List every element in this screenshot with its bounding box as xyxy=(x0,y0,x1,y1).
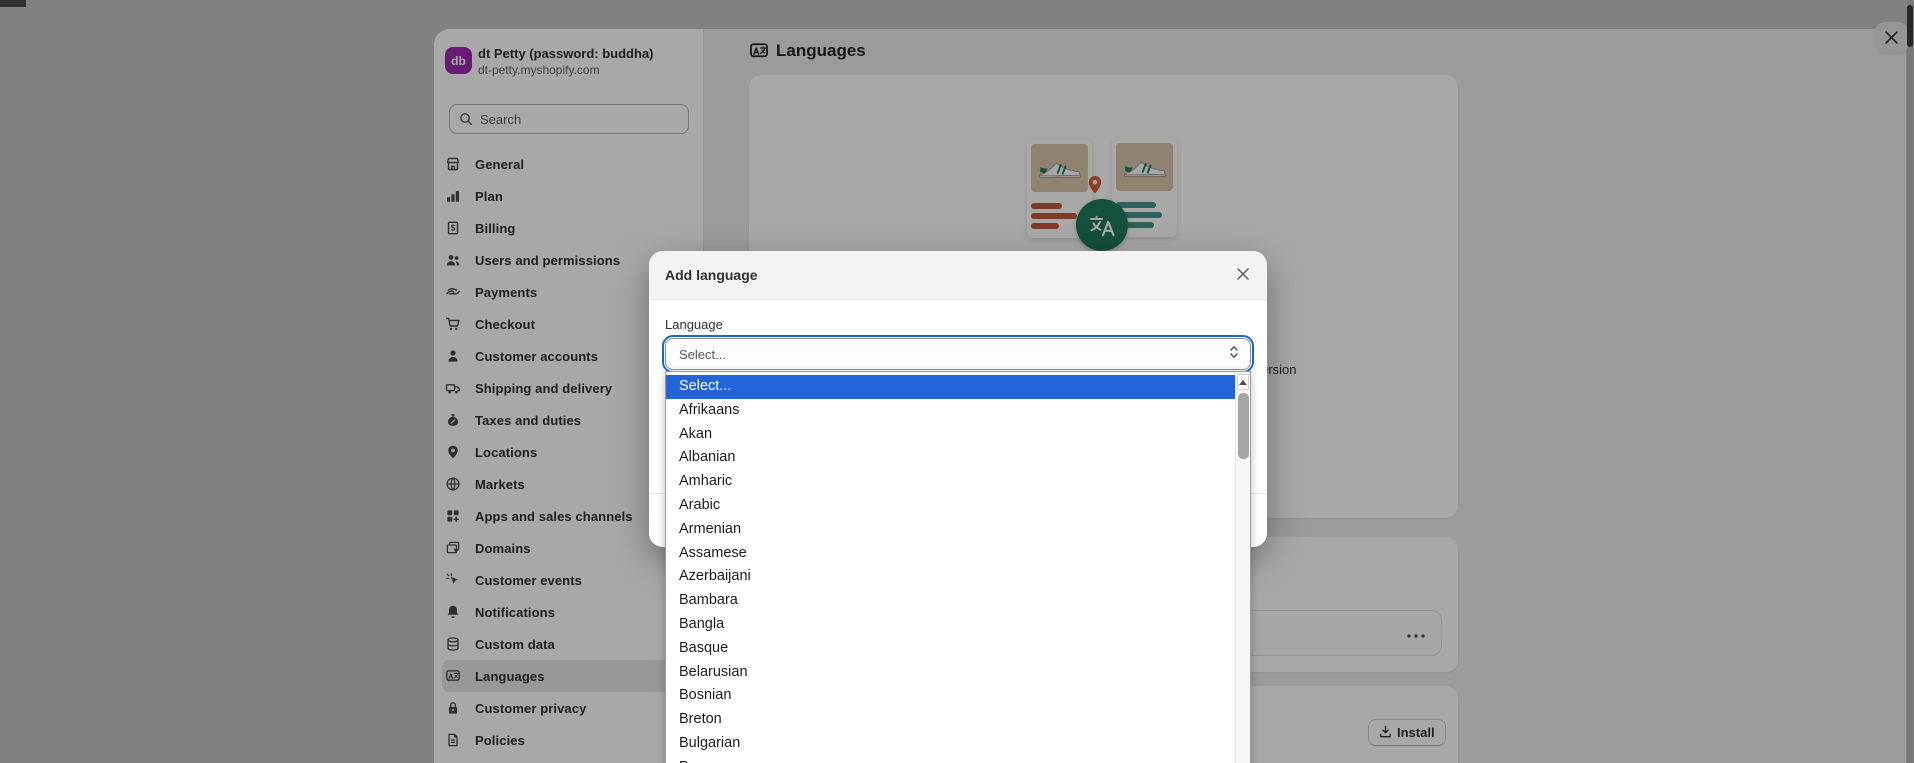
language-option-amharic[interactable]: Amharic xyxy=(666,470,1235,494)
language-option-armenian[interactable]: Armenian xyxy=(666,518,1235,542)
language-option-azerbaijani[interactable]: Azerbaijani xyxy=(666,565,1235,589)
language-option-select[interactable]: Select... xyxy=(666,375,1235,399)
scroll-up-button[interactable] xyxy=(1237,374,1249,390)
close-icon xyxy=(1236,267,1250,284)
settings-dialog-screen: db dt Petty (password: buddha) dt-petty.… xyxy=(0,0,1914,763)
language-option-albanian[interactable]: Albanian xyxy=(666,446,1235,470)
language-option-arabic[interactable]: Arabic xyxy=(666,494,1235,518)
modal-title: Add language xyxy=(665,267,758,283)
dropdown-scrollbar[interactable] xyxy=(1235,372,1250,763)
language-select[interactable]: Select... xyxy=(662,335,1254,373)
language-option-akan[interactable]: Akan xyxy=(666,423,1235,447)
language-option-basque[interactable]: Basque xyxy=(666,637,1235,661)
language-options-list: Select... Afrikaans Akan Albanian Amharic Ara… xyxy=(666,372,1250,763)
language-option-bosnian[interactable]: Bosnian xyxy=(666,684,1235,708)
modal-header: Add language xyxy=(649,251,1267,300)
dropdown-scrollbar-thumb[interactable] xyxy=(1238,393,1249,459)
language-option-afrikaans[interactable]: Afrikaans xyxy=(666,399,1235,423)
language-option-assamese[interactable]: Assamese xyxy=(666,542,1235,566)
language-option-bangla[interactable]: Bangla xyxy=(666,613,1235,637)
select-value: Select... xyxy=(679,346,726,362)
language-option-burmese[interactable]: Burmese xyxy=(666,756,1235,763)
language-option-bulgarian[interactable]: Bulgarian xyxy=(666,732,1235,756)
language-option-breton[interactable]: Breton xyxy=(666,708,1235,732)
modal-close-button[interactable] xyxy=(1229,261,1257,289)
language-option-bambara[interactable]: Bambara xyxy=(666,589,1235,613)
language-option-belarusian[interactable]: Belarusian xyxy=(666,661,1235,685)
language-dropdown: Select... Afrikaans Akan Albanian Amharic Ara… xyxy=(665,371,1251,763)
language-field-label: Language xyxy=(665,317,723,332)
select-chevrons-icon xyxy=(1228,344,1240,365)
